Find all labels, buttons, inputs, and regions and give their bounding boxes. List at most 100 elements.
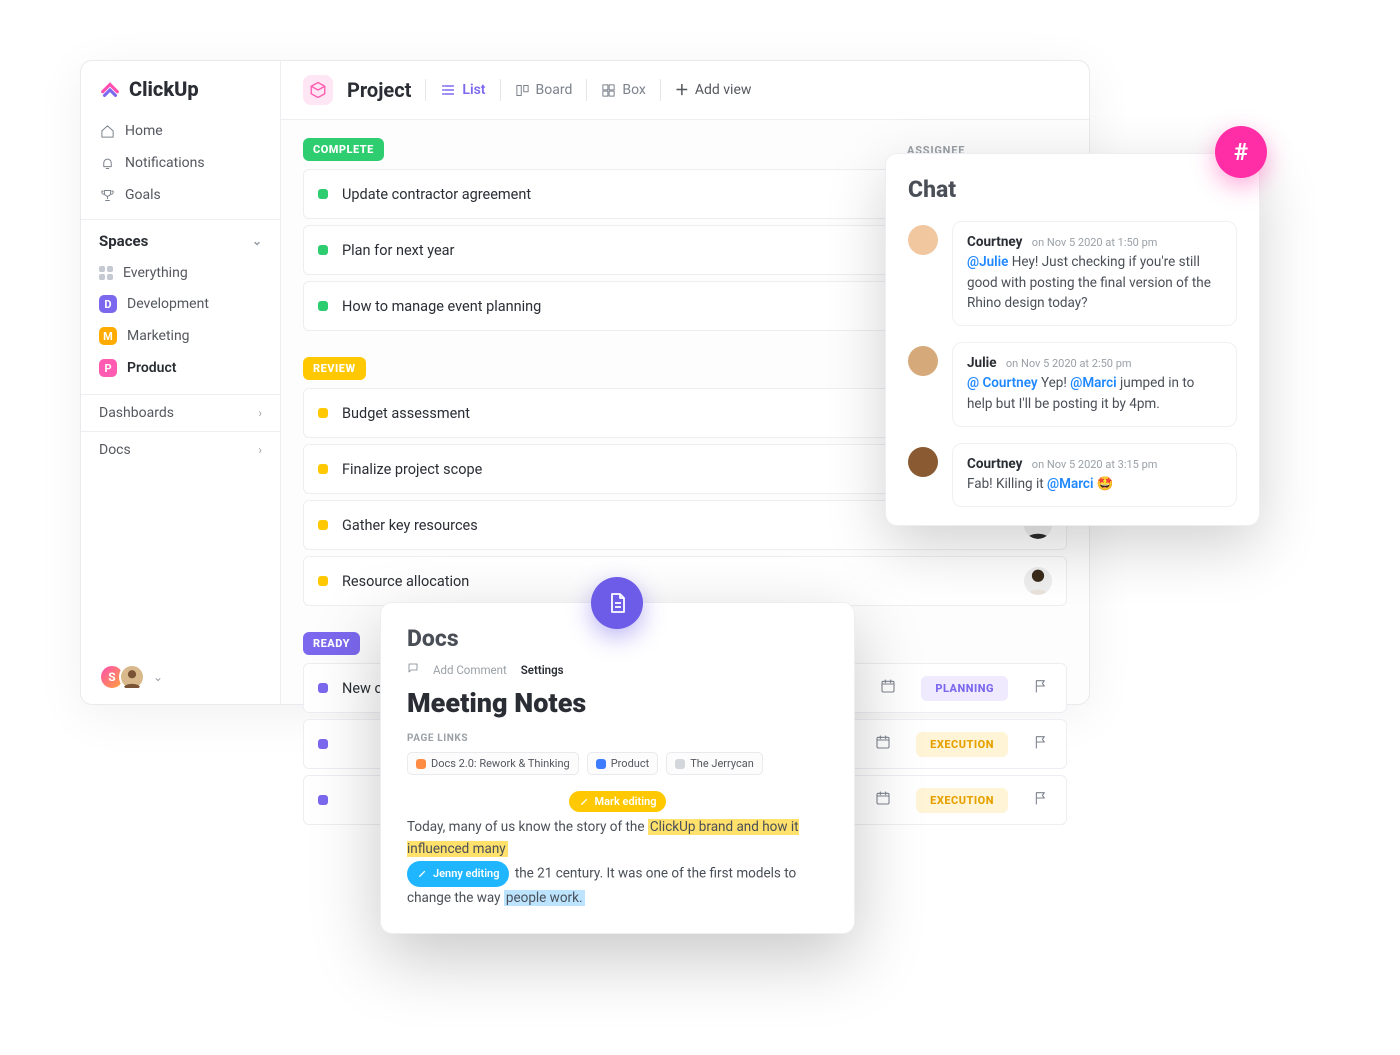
status-tag-complete[interactable]: COMPLETE: [303, 138, 384, 161]
divider: [660, 79, 661, 101]
docs-panel: Docs Add Comment Settings Meeting Notes …: [380, 602, 855, 934]
nav-label: Home: [125, 123, 163, 139]
sidebar-footer-avatars[interactable]: S ⌄: [81, 650, 280, 704]
assignee-avatar[interactable]: [1024, 567, 1052, 595]
clickup-logo-icon: [99, 78, 121, 100]
chat-author: Julie: [967, 355, 997, 371]
sidebar-space-marketing[interactable]: M Marketing: [81, 320, 280, 352]
task-row[interactable]: Resource allocation: [303, 556, 1067, 606]
chevron-down-icon: ⌄: [153, 670, 163, 684]
task-title: Resource allocation: [342, 573, 1024, 590]
sidebar-space-development[interactable]: D Development: [81, 288, 280, 320]
status-tag-ready[interactable]: READY: [303, 632, 360, 655]
nav-label: Goals: [125, 187, 161, 203]
view-label: Box: [622, 82, 646, 98]
status-dot: [318, 576, 328, 586]
avatar: [908, 447, 938, 477]
mention[interactable]: @Julie: [967, 254, 1008, 270]
sidebar-item-dashboards[interactable]: Dashboards ›: [81, 394, 280, 431]
status-dot: [318, 245, 328, 255]
sidebar-item-goals[interactable]: Goals: [81, 179, 280, 211]
editing-pill-mark[interactable]: Mark editing: [569, 791, 667, 812]
docs-fab[interactable]: [591, 577, 643, 629]
status-dot: [318, 683, 328, 693]
doc-body[interactable]: Today, many of us know the story of the …: [407, 816, 828, 909]
everything-icon: [99, 266, 113, 280]
everything-label: Everything: [123, 265, 188, 281]
chat-text: Yep!: [1038, 375, 1071, 391]
editing-label: Mark editing: [595, 795, 657, 808]
status-tag-review[interactable]: REVIEW: [303, 357, 366, 380]
add-comment-button[interactable]: Add Comment: [433, 663, 507, 677]
sidebar-space-product[interactable]: P Product: [81, 352, 280, 384]
space-icon: M: [99, 327, 117, 345]
add-view-button[interactable]: ＋ Add view: [675, 80, 752, 100]
status-dot: [318, 795, 328, 805]
page-links: Docs 2.0: Rework & Thinking Product The …: [407, 752, 828, 775]
chip-label: Docs 2.0: Rework & Thinking: [431, 757, 570, 770]
chat-timestamp: on Nov 5 2020 at 1:50 pm: [1032, 236, 1158, 249]
space-label: Marketing: [127, 328, 190, 344]
project-cube-icon: [303, 75, 333, 105]
mention[interactable]: @ Courtney: [967, 375, 1038, 391]
chat-timestamp: on Nov 5 2020 at 3:15 pm: [1032, 458, 1158, 471]
stage-badge[interactable]: PLANNING: [921, 676, 1008, 701]
docs-heading[interactable]: Meeting Notes: [407, 687, 828, 719]
view-label: List: [462, 82, 485, 98]
sidebar-item-home[interactable]: Home: [81, 115, 280, 147]
chat-fab[interactable]: #: [1215, 126, 1267, 178]
avatar: [908, 225, 938, 255]
chat-bubble[interactable]: Julie on Nov 5 2020 at 2:50 pm @ Courtne…: [952, 342, 1237, 427]
stage-badge[interactable]: EXECUTION: [916, 788, 1008, 813]
chat-author: Courtney: [967, 234, 1022, 250]
mention[interactable]: @Marci: [1070, 375, 1116, 391]
chevron-right-icon: ›: [258, 443, 262, 457]
space-label: Product: [127, 360, 176, 376]
chat-message: Courtney on Nov 5 2020 at 1:50 pm @Julie…: [908, 221, 1237, 326]
page-link-chip[interactable]: Docs 2.0: Rework & Thinking: [407, 752, 579, 775]
docs-title: Docs: [407, 625, 828, 652]
editing-pill-jenny[interactable]: Jenny editing: [407, 861, 509, 887]
topbar: Project List Board Box ＋ Add view: [281, 61, 1089, 120]
status-dot: [318, 520, 328, 530]
chat-panel: # Chat Courtney on Nov 5 2020 at 1:50 pm…: [885, 153, 1260, 526]
flag-icon[interactable]: [1030, 734, 1052, 754]
spaces-header[interactable]: Spaces ⌄: [81, 219, 280, 258]
mention[interactable]: @Marci: [1047, 476, 1093, 492]
page-link-chip[interactable]: The Jerrycan: [666, 752, 763, 775]
sidebar-item-notifications[interactable]: Notifications: [81, 147, 280, 179]
view-board[interactable]: Board: [515, 82, 573, 98]
chip-color-icon: [596, 759, 606, 769]
document-icon: [605, 591, 629, 615]
calendar-icon[interactable]: [872, 734, 894, 754]
chip-color-icon: [416, 759, 426, 769]
trophy-icon: [99, 188, 115, 203]
chat-bubble[interactable]: Courtney on Nov 5 2020 at 1:50 pm @Julie…: [952, 221, 1237, 326]
status-dot: [318, 301, 328, 311]
docs-settings-button[interactable]: Settings: [521, 663, 564, 677]
avatar: [119, 664, 145, 690]
pencil-icon: [579, 796, 590, 807]
box-icon: [601, 83, 616, 98]
view-box[interactable]: Box: [601, 82, 646, 98]
chat-bubble[interactable]: Courtney on Nov 5 2020 at 3:15 pm Fab! K…: [952, 443, 1237, 508]
chip-label: The Jerrycan: [690, 757, 754, 770]
calendar-icon[interactable]: [877, 678, 899, 698]
chat-timestamp: on Nov 5 2020 at 2:50 pm: [1006, 357, 1132, 370]
chat-author: Courtney: [967, 456, 1022, 472]
status-dot: [318, 189, 328, 199]
board-icon: [515, 83, 530, 98]
calendar-icon[interactable]: [872, 790, 894, 810]
flag-icon[interactable]: [1030, 790, 1052, 810]
sidebar-item-docs[interactable]: Docs ›: [81, 431, 280, 468]
flag-icon[interactable]: [1030, 678, 1052, 698]
divider: [500, 79, 501, 101]
page-link-chip[interactable]: Product: [587, 752, 658, 775]
stage-badge[interactable]: EXECUTION: [916, 732, 1008, 757]
view-list[interactable]: List: [440, 82, 485, 98]
chat-emoji: 🤩: [1093, 476, 1113, 492]
bell-icon: [99, 156, 115, 171]
chip-color-icon: [675, 759, 685, 769]
sidebar-item-everything[interactable]: Everything: [81, 258, 280, 288]
chevron-down-icon: ⌄: [252, 234, 262, 248]
